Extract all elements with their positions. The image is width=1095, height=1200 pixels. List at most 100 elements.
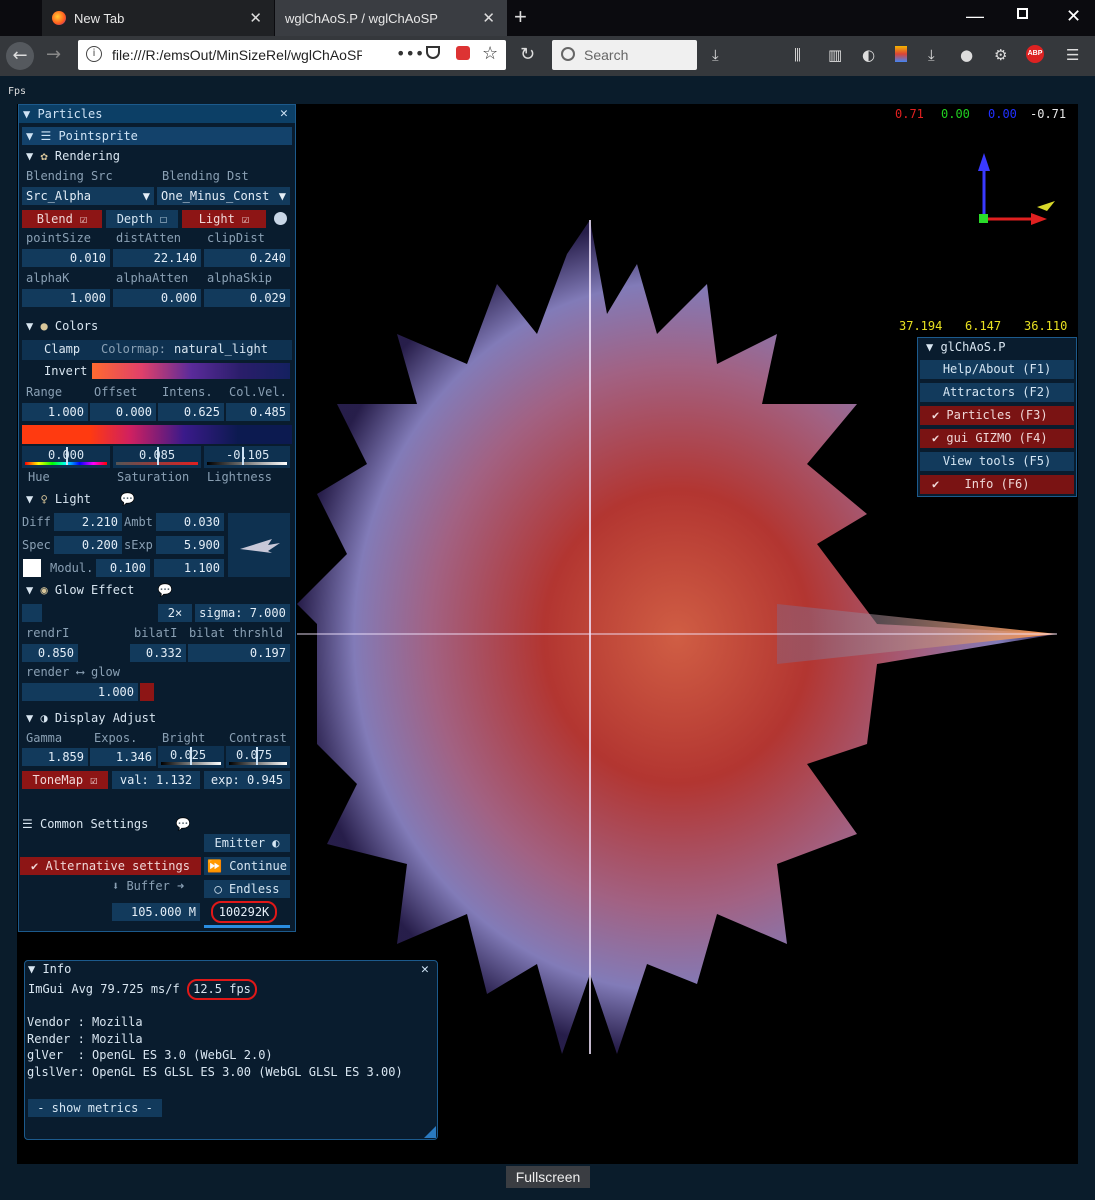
modul-field-2[interactable]: 1.100 xyxy=(154,559,224,577)
rendri-field[interactable]: 0.850 xyxy=(22,644,78,662)
continue-button[interactable]: ⏩ Continue xyxy=(204,857,290,875)
axis-gizmo[interactable] xyxy=(967,149,1057,229)
bilat-thrshld-field[interactable]: 0.197 xyxy=(188,644,290,662)
library-icon[interactable]: ⫼ xyxy=(794,46,801,64)
clip-dist-field[interactable]: 0.240 xyxy=(204,249,290,267)
tracking-icon[interactable]: ◐ xyxy=(862,46,875,64)
close-window-icon[interactable]: ✕ xyxy=(1066,6,1081,27)
intens-field[interactable]: 0.625 xyxy=(158,403,224,421)
download-icon[interactable]: ⤓ xyxy=(928,46,935,64)
extension-icon[interactable]: ● xyxy=(960,46,973,64)
clamp-toggle[interactable]: Clamp xyxy=(44,342,80,356)
glow-mult-field[interactable]: 2× xyxy=(158,604,192,622)
extension-icon[interactable] xyxy=(895,46,907,62)
alpha-skip-field[interactable]: 0.029 xyxy=(204,289,290,307)
sexp-field[interactable]: 5.900 xyxy=(156,536,224,554)
close-icon[interactable]: ✕ xyxy=(421,962,429,977)
range-field[interactable]: 1.000 xyxy=(22,403,88,421)
main-menu-title[interactable]: ▼ glChAoS.P xyxy=(926,340,1005,354)
bookmark-star-icon[interactable]: ☆ xyxy=(482,43,498,64)
close-icon[interactable]: ✕ xyxy=(280,106,288,121)
new-tab-button[interactable]: + xyxy=(514,4,527,30)
glow-header[interactable]: ▼ ◉ Glow Effect 💬 xyxy=(26,583,173,597)
glow-checkbox[interactable] xyxy=(22,604,42,622)
colormap-bar[interactable] xyxy=(92,363,290,379)
gamma-field[interactable]: 1.859 xyxy=(22,748,88,766)
tonemap-val-field[interactable]: val: 1.132 xyxy=(112,771,200,789)
extension-icon[interactable] xyxy=(456,46,470,60)
info-button[interactable]: ✔ Info (F6) xyxy=(920,475,1074,494)
blend-toggle[interactable]: Blend ☑ xyxy=(22,210,102,228)
info-icon[interactable]: i xyxy=(86,46,102,62)
buffer-label: ⬇ Buffer ➜ xyxy=(112,879,185,893)
point-size-field[interactable]: 0.010 xyxy=(22,249,110,267)
sigma-field[interactable]: sigma: 7.000 xyxy=(195,604,290,622)
collapse-icon[interactable]: ▼ xyxy=(23,107,37,121)
particles-button[interactable]: ✔ Particles (F3) xyxy=(920,406,1074,425)
particles-title-bar[interactable]: ▼ Particles xyxy=(19,105,295,123)
reload-icon[interactable]: ↻ xyxy=(520,44,535,65)
light-direction-widget[interactable] xyxy=(228,513,290,577)
expos-field[interactable]: 1.346 xyxy=(90,748,156,766)
render-glow-color[interactable] xyxy=(140,683,154,701)
tonemap-exp-field[interactable]: exp: 0.945 xyxy=(204,771,290,789)
light-toggle[interactable]: Light ☑ xyxy=(182,210,266,228)
endless-button[interactable]: ◯ Endless xyxy=(204,880,290,898)
comment-icon[interactable]: 💬 xyxy=(120,492,135,506)
emitter-toggle[interactable]: Emitter ◐ xyxy=(204,834,290,852)
modul-field[interactable]: 0.100 xyxy=(96,559,150,577)
show-metrics-button[interactable]: - show metrics - xyxy=(28,1099,162,1117)
blend-src-select[interactable]: Src_Alpha ▼ xyxy=(22,187,154,205)
invert-toggle[interactable]: Invert xyxy=(44,364,87,378)
gui-gizmo-button[interactable]: ✔ gui GIZMO (F4) xyxy=(920,429,1074,448)
view-tools-button[interactable]: View tools (F5) xyxy=(920,452,1074,471)
alpha-atten-field[interactable]: 0.000 xyxy=(113,289,201,307)
gear-icon[interactable]: ⚙ xyxy=(994,46,1007,64)
display-adjust-header[interactable]: ▼ ◑ Display Adjust xyxy=(26,711,156,725)
bilati-field[interactable]: 0.332 xyxy=(130,644,186,662)
info-title[interactable]: ▼ Info xyxy=(28,962,71,976)
spec-field[interactable]: 0.200 xyxy=(54,536,122,554)
comment-icon[interactable]: 💬 xyxy=(176,817,191,831)
resize-handle[interactable] xyxy=(424,1126,436,1138)
minimize-icon[interactable]: — xyxy=(966,6,984,27)
render-glow-field[interactable]: 1.000 xyxy=(22,683,138,701)
intens-label: Intens. xyxy=(162,385,213,399)
colormap-value[interactable]: natural_light xyxy=(174,342,268,356)
light-radio[interactable] xyxy=(274,212,287,225)
depth-toggle[interactable]: Depth ☐ xyxy=(106,210,178,228)
fullscreen-button[interactable]: Fullscreen xyxy=(506,1166,590,1188)
colors-header[interactable]: ▼ ● Colors xyxy=(26,319,98,333)
adblock-icon[interactable]: ABP xyxy=(1026,45,1044,63)
light-header[interactable]: ▼ ♀ Light 💬 xyxy=(26,492,135,506)
diff-field[interactable]: 2.210 xyxy=(54,513,122,531)
alpha-k-field[interactable]: 1.000 xyxy=(22,289,110,307)
tab-wglchaosp[interactable]: wglChAoS.P / wglChAoSP ✕ xyxy=(275,0,507,36)
help-about-button[interactable]: Help/About (F1) xyxy=(920,360,1074,379)
col-vel-field[interactable]: 0.485 xyxy=(226,403,290,421)
close-icon[interactable]: ✕ xyxy=(482,9,495,27)
url-text: file:///R:/emsOut/MinSizeRel/wglChAoSP xyxy=(112,47,362,63)
maximize-icon[interactable] xyxy=(1017,8,1028,19)
download-icon[interactable]: ⤓ xyxy=(712,46,719,64)
menu-icon[interactable]: ☰ xyxy=(1066,46,1079,64)
buffer-size-field[interactable]: 105.000 M xyxy=(112,903,200,921)
attractors-button[interactable]: Attractors (F2) xyxy=(920,383,1074,402)
sidebar-icon[interactable]: ▥ xyxy=(828,46,842,64)
tonemap-toggle[interactable]: ToneMap ☑ xyxy=(22,771,108,789)
alternative-settings-toggle[interactable]: ✔ Alternative settings xyxy=(20,857,201,875)
offset-field[interactable]: 0.000 xyxy=(90,403,156,421)
forward-button[interactable]: → xyxy=(46,44,61,65)
dist-atten-field[interactable]: 22.140 xyxy=(113,249,201,267)
tab-new-tab[interactable]: New Tab ✕ xyxy=(42,0,274,36)
comment-icon[interactable]: 💬 xyxy=(158,583,173,597)
page-actions-icon[interactable]: ••• xyxy=(396,44,424,63)
rendering-header[interactable]: ▼ ✿ Rendering xyxy=(26,149,120,163)
saturation-label: Saturation xyxy=(117,470,190,484)
ambt-field[interactable]: 0.030 xyxy=(156,513,224,531)
back-button[interactable]: ← xyxy=(6,42,34,70)
close-icon[interactable]: ✕ xyxy=(249,9,262,27)
pointsprite-header[interactable]: ▼ ☰ Pointsprite xyxy=(22,127,292,145)
light-color-swatch[interactable] xyxy=(23,559,41,577)
blend-dst-select[interactable]: One_Minus_Const ▼ xyxy=(157,187,290,205)
